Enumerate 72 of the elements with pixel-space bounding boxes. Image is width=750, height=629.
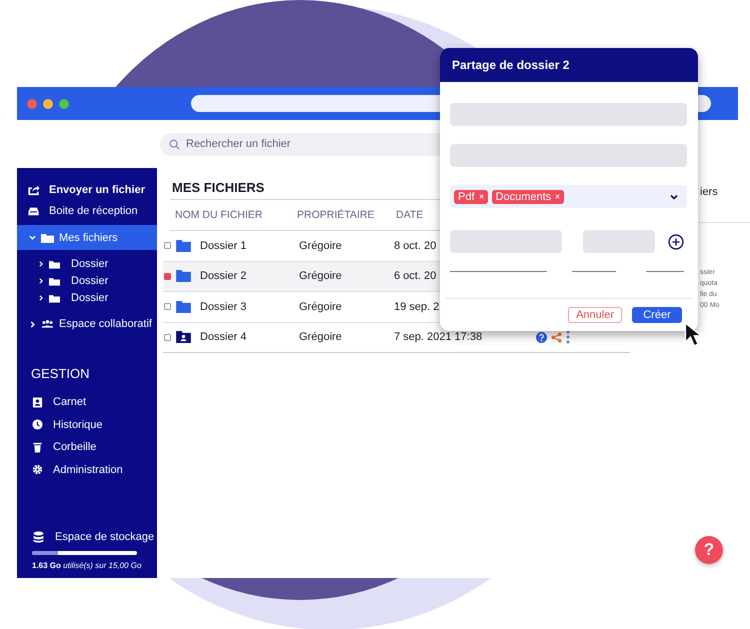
folder-icon bbox=[49, 294, 60, 302]
share-out-icon bbox=[27, 184, 40, 196]
database-icon bbox=[32, 531, 45, 543]
folder-icon bbox=[41, 232, 54, 244]
share-icon[interactable] bbox=[551, 332, 562, 343]
chevron-right-icon bbox=[38, 278, 44, 284]
sidebar-subitem[interactable]: Dossier bbox=[38, 273, 157, 289]
sidebar-item[interactable]: Corbeille bbox=[17, 436, 157, 458]
sidebar-item-label: Boite de réception bbox=[49, 205, 138, 217]
column-header[interactable]: PROPRIÉTAIRE bbox=[297, 209, 396, 221]
input-field[interactable] bbox=[450, 230, 562, 253]
tag-chip[interactable]: Pdf bbox=[454, 190, 488, 204]
column-header[interactable]: DATE bbox=[396, 209, 424, 221]
table-cell: 6 oct. 20 bbox=[394, 270, 436, 282]
chevron-right-icon bbox=[29, 320, 36, 328]
storage-usage-text: 1.63 Go utilisé(s) sur 15,00 Go bbox=[32, 561, 142, 570]
sidebar-item[interactable]: Espace collaboratif bbox=[17, 316, 157, 332]
users-icon bbox=[41, 318, 54, 330]
sidebar-subitem[interactable]: Dossier bbox=[38, 290, 157, 306]
chevron-down-icon bbox=[29, 234, 36, 241]
table-cell-text: Grégoire bbox=[299, 331, 343, 344]
table-cell-text: Grégoire bbox=[299, 240, 343, 252]
chevron-right-icon bbox=[38, 295, 44, 301]
settings-icon bbox=[32, 464, 43, 476]
tag-chip[interactable]: Documents bbox=[492, 190, 564, 204]
window-control-dot[interactable] bbox=[59, 98, 69, 108]
clock-icon bbox=[32, 419, 43, 430]
file-name: Dossier 3 bbox=[200, 300, 248, 313]
section-heading: GESTION bbox=[30, 365, 91, 383]
chevron-right-icon bbox=[38, 261, 44, 267]
table-cell: 19 sep. 2 bbox=[394, 300, 440, 313]
storage-label: Espace de stockage bbox=[55, 531, 154, 543]
sidebar-item[interactable]: Boite de réception bbox=[17, 203, 157, 219]
trash-icon bbox=[32, 442, 43, 453]
sidebar-item[interactable]: Envoyer un fichier bbox=[17, 182, 157, 198]
sidebar-item[interactable]: Carnet bbox=[17, 391, 157, 414]
contact-card-icon bbox=[32, 396, 43, 408]
sidebar-item-label: Envoyer un fichier bbox=[49, 184, 145, 196]
create-button[interactable]: Créer bbox=[632, 307, 682, 323]
sidebar-subitem[interactable]: Dossier bbox=[38, 256, 157, 272]
file-name: Dossier 1 bbox=[200, 240, 248, 252]
sidebar-item[interactable]: Administration bbox=[17, 458, 157, 481]
column-header[interactable]: NOM DU FICHIER bbox=[170, 209, 297, 221]
cancel-button[interactable]: Annuler bbox=[568, 307, 622, 323]
close-icon[interactable] bbox=[478, 194, 484, 199]
input-field[interactable] bbox=[583, 230, 655, 253]
row-checkbox[interactable] bbox=[164, 303, 171, 310]
folder-icon bbox=[49, 260, 60, 268]
input-field[interactable] bbox=[450, 103, 687, 126]
file-name: Dossier 2 bbox=[200, 270, 248, 282]
close-icon[interactable] bbox=[555, 194, 560, 199]
row-checkbox[interactable] bbox=[164, 334, 171, 341]
add-circle-icon[interactable] bbox=[668, 234, 684, 250]
inbox-icon bbox=[27, 205, 40, 217]
table-cell: 8 oct. 20 bbox=[394, 240, 436, 252]
more-icon[interactable] bbox=[566, 330, 570, 344]
row-checkbox[interactable] bbox=[164, 272, 171, 280]
folder-icon bbox=[49, 276, 60, 286]
table-cell-text: Grégoire bbox=[299, 270, 343, 282]
input-field[interactable] bbox=[450, 144, 687, 167]
table-cell-text: 7 sep. 2021 17:38 bbox=[394, 331, 484, 344]
window-control-dot[interactable] bbox=[27, 98, 37, 108]
tag-select-field[interactable]: Pdf Documents bbox=[450, 185, 687, 208]
sidebar-item[interactable]: Mes fichiers bbox=[17, 225, 157, 250]
chevron-down-icon[interactable] bbox=[670, 194, 678, 200]
help-icon[interactable] bbox=[536, 332, 547, 343]
sidebar-item[interactable]: Historique bbox=[17, 414, 157, 436]
table-cell-text: Grégoire bbox=[299, 300, 343, 313]
file-name: Dossier 4 bbox=[200, 331, 248, 344]
row-checkbox[interactable] bbox=[164, 242, 171, 250]
window-control-dot[interactable] bbox=[43, 98, 53, 108]
dialog-title: Partage de dossier 2 bbox=[440, 48, 698, 82]
